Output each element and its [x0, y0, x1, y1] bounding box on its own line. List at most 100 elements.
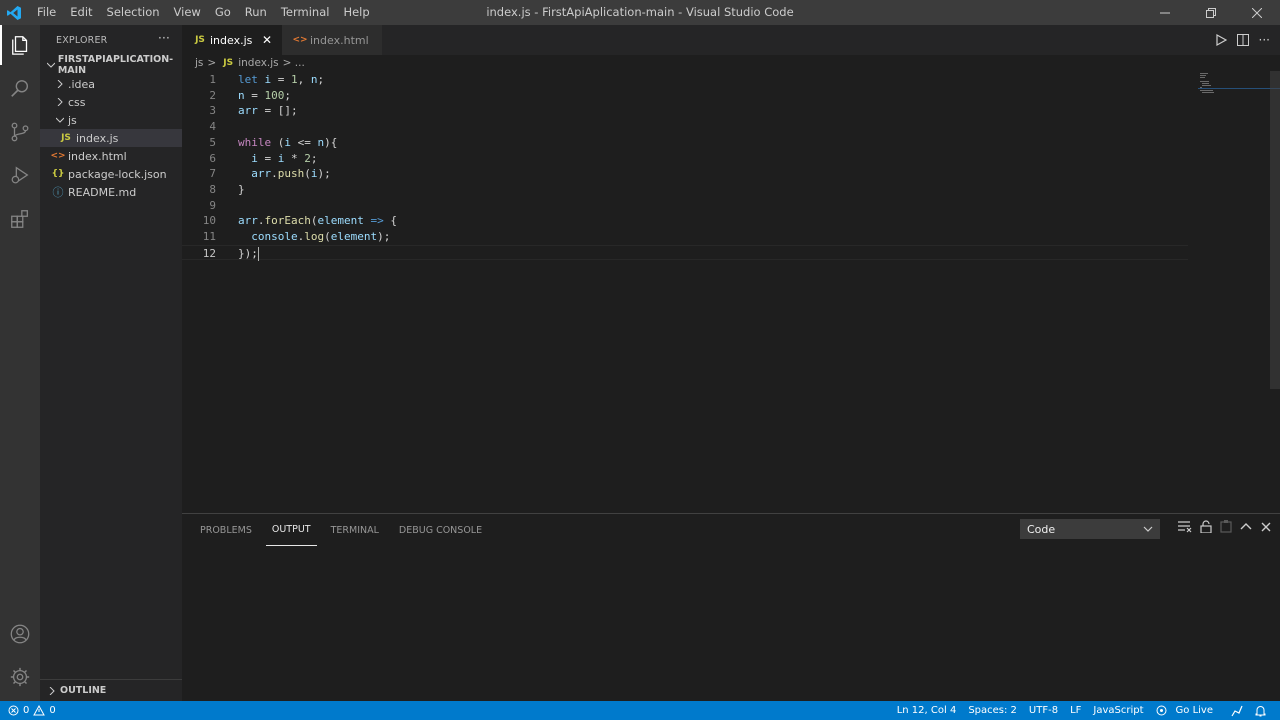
code-token: element	[330, 230, 378, 243]
code-text: let i = 1, n;	[238, 72, 324, 88]
minimap[interactable]	[1188, 71, 1280, 513]
code-text: i = i * 2;	[238, 151, 318, 167]
tree-file-package-lock[interactable]: {} package-lock.json	[40, 165, 182, 183]
menu-edit[interactable]: Edit	[63, 0, 99, 25]
js-file-icon: JS	[61, 133, 71, 143]
account-icon[interactable]	[0, 614, 40, 654]
code-token: .	[271, 167, 278, 181]
go-live-label: Go Live	[1175, 705, 1213, 716]
code-line[interactable]: 9	[182, 198, 1188, 214]
open-log-icon[interactable]	[1220, 520, 1232, 533]
source-control-icon[interactable]	[0, 112, 40, 152]
tab-terminal[interactable]: TERMINAL	[325, 514, 385, 546]
code-editor[interactable]: 1 let i = 1, n; 2 n = 100; 3 arr = []; 4 5 while…	[182, 71, 1280, 513]
problems-status[interactable]: 0 0	[0, 705, 56, 716]
tree-file-readme[interactable]: ⓘ README.md	[40, 183, 182, 201]
close-panel-icon[interactable]	[1260, 521, 1272, 533]
code-token: =	[257, 151, 278, 165]
code-text: n = 100;	[238, 88, 291, 104]
code-line[interactable]: 3 arr = [];	[182, 103, 1188, 119]
editor-scrollbar[interactable]	[1270, 71, 1280, 389]
warning-icon	[33, 705, 46, 716]
code-text: }	[238, 182, 245, 198]
menu-terminal[interactable]: Terminal	[274, 0, 337, 25]
breadcrumb-file[interactable]: index.js	[238, 57, 278, 69]
indentation[interactable]: Spaces: 2	[962, 705, 1023, 716]
code-line[interactable]: 7 arr.push(i);	[182, 166, 1188, 182]
notifications-bell-icon[interactable]	[1249, 705, 1272, 717]
maximize-panel-icon[interactable]	[1240, 521, 1252, 533]
explorer-title: EXPLORER	[56, 34, 108, 46]
restore-button[interactable]	[1188, 0, 1234, 25]
code-token: );	[377, 230, 391, 243]
broadcast-icon	[1156, 705, 1167, 716]
code-line[interactable]: 12});	[182, 244, 1188, 261]
tab-index-js[interactable]: JS index.js ✕	[182, 25, 282, 55]
close-window-button[interactable]	[1234, 0, 1280, 25]
menu-view[interactable]: View	[167, 0, 208, 25]
tab-problems[interactable]: PROBLEMS	[194, 514, 258, 546]
output-channel-select[interactable]: Code	[1020, 519, 1160, 539]
manage-gear-icon[interactable]	[0, 657, 40, 697]
folder-header[interactable]: FIRSTAPIAPLICATION-MAIN	[40, 54, 182, 76]
run-icon[interactable]	[1215, 34, 1227, 46]
chevron-down-icon	[52, 116, 68, 124]
explorer-icon[interactable]	[0, 25, 40, 65]
activity-bar	[0, 25, 40, 701]
menu-run[interactable]: Run	[238, 0, 274, 25]
line-number: 11	[202, 230, 216, 243]
code-token: (	[304, 167, 311, 181]
clear-output-icon[interactable]	[1178, 520, 1192, 533]
chevron-right-icon	[52, 80, 68, 88]
code-token: ;	[310, 151, 318, 165]
menu-help[interactable]: Help	[336, 0, 376, 25]
tree-file-index-js[interactable]: JS index.js	[40, 129, 182, 147]
tree-folder-js[interactable]: js	[40, 111, 182, 129]
code-line[interactable]: 11 console.log(element);	[182, 229, 1188, 245]
close-tab-icon[interactable]: ✕	[262, 33, 272, 47]
code-line[interactable]: 8}	[182, 182, 1188, 198]
tree-item-label: README.md	[68, 185, 137, 199]
tree-file-index-html[interactable]: <> index.html	[40, 147, 182, 165]
minimize-button[interactable]	[1142, 0, 1188, 25]
code-line[interactable]: 1 let i = 1, n;	[182, 72, 1188, 88]
breadcrumb-folder[interactable]: js	[195, 57, 203, 69]
split-editor-icon[interactable]	[1236, 34, 1249, 46]
code-line[interactable]: 5 while (i <= n){	[182, 135, 1188, 151]
breadcrumb-tail[interactable]: > ...	[283, 57, 305, 69]
tree-folder-css[interactable]: css	[40, 93, 182, 111]
menu-go[interactable]: Go	[208, 0, 238, 25]
more-editor-actions-icon[interactable]: ···	[1259, 33, 1270, 47]
code-line[interactable]: 4	[182, 119, 1188, 135]
code-line[interactable]: 6 i = i * 2;	[182, 151, 1188, 167]
code-token: arr	[251, 167, 272, 181]
menu-bar: File Edit Selection View Go Run Terminal…	[30, 0, 377, 25]
feedback-icon[interactable]	[1225, 705, 1249, 717]
encoding[interactable]: UTF-8	[1023, 705, 1064, 716]
menu-selection[interactable]: Selection	[100, 0, 167, 25]
tab-debug-console[interactable]: DEBUG CONSOLE	[393, 514, 488, 546]
code-line[interactable]: 10 arr.forEach(element => {	[182, 213, 1188, 229]
tab-index-html[interactable]: <> index.html	[282, 25, 382, 55]
cursor-position[interactable]: Ln 12, Col 4	[891, 705, 963, 716]
tree-folder-idea[interactable]: .idea	[40, 75, 182, 93]
outline-title: OUTLINE	[60, 685, 107, 696]
menu-file[interactable]: File	[30, 0, 63, 25]
go-live-button[interactable]: Go Live	[1150, 705, 1225, 716]
run-debug-icon[interactable]	[0, 155, 40, 195]
breadcrumb-separator: >	[207, 57, 217, 69]
lock-scroll-icon[interactable]	[1200, 520, 1212, 533]
code-line[interactable]: 2 n = 100;	[182, 88, 1188, 104]
more-actions-icon[interactable]: ···	[158, 31, 170, 45]
outline-section[interactable]: OUTLINE	[40, 679, 182, 701]
extensions-icon[interactable]	[0, 199, 40, 239]
vscode-logo-icon	[0, 0, 28, 25]
search-icon[interactable]	[0, 69, 40, 109]
code-token: ){	[324, 135, 338, 149]
language-mode[interactable]: JavaScript	[1087, 705, 1149, 716]
info-file-icon: ⓘ	[52, 186, 64, 199]
end-of-line[interactable]: LF	[1064, 705, 1087, 716]
tree-item-label: js	[68, 113, 77, 127]
tab-output[interactable]: OUTPUT	[265, 514, 317, 546]
